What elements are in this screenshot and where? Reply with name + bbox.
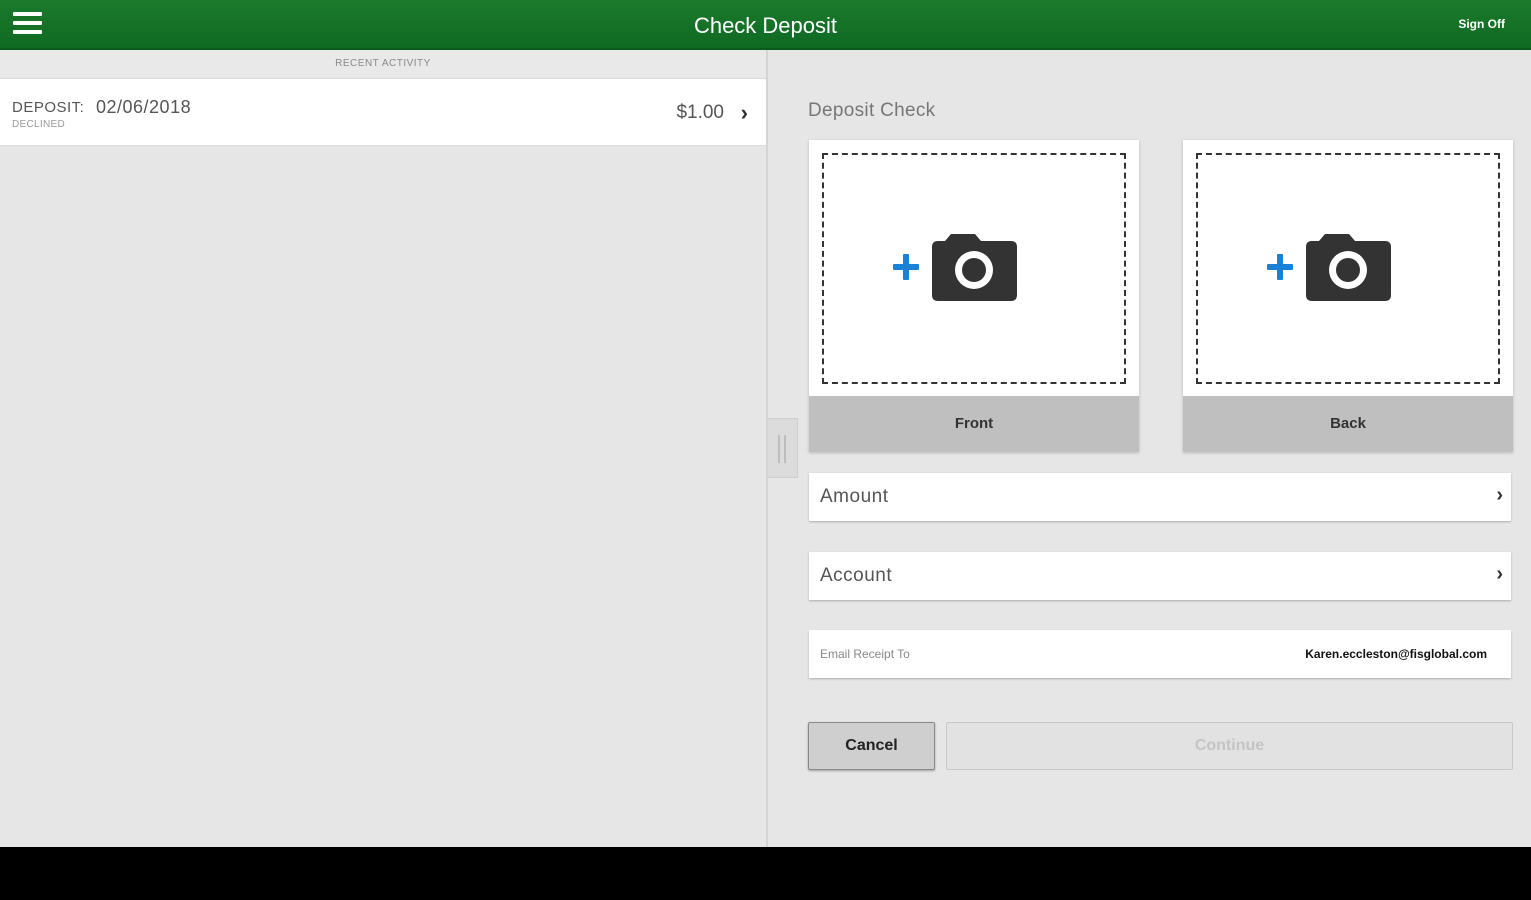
email-label: Email Receipt To — [820, 647, 910, 661]
email-value: Karen.eccleston@fisglobal.com — [1305, 647, 1487, 661]
plus-icon — [893, 254, 919, 280]
account-label: Account — [820, 565, 893, 586]
account-field[interactable]: Account › — [809, 552, 1511, 600]
front-label: Front — [809, 396, 1139, 452]
plus-icon — [1267, 254, 1293, 280]
recent-activity-header: RECENT ACTIVITY — [0, 50, 766, 79]
camera-icon — [893, 234, 1017, 301]
deposit-panel: Deposit Check Front Back Amount › Accoun… — [768, 50, 1531, 847]
continue-button[interactable]: Continue — [946, 722, 1513, 770]
recent-activity-panel: RECENT ACTIVITY DEPOSIT: 02/06/2018 DECL… — [0, 50, 766, 847]
sign-off-button[interactable]: Sign Off — [1458, 17, 1505, 31]
activity-status: DECLINED — [12, 119, 65, 130]
activity-date: 02/06/2018 — [96, 97, 192, 117]
amount-label: Amount — [820, 486, 889, 507]
camera-icon — [1267, 234, 1391, 301]
activity-type: DEPOSIT: — [12, 99, 85, 116]
add-photo-icon — [893, 233, 1019, 310]
app-header: Check Deposit Sign Off — [0, 0, 1531, 50]
page-title: Check Deposit — [693, 13, 838, 38]
add-photo-icon — [1267, 233, 1393, 310]
chevron-right-icon: › — [1496, 484, 1503, 506]
front-capture-card[interactable]: Front — [809, 140, 1139, 452]
cancel-button[interactable]: Cancel — [808, 722, 935, 770]
app: Check Deposit Sign Off RECENT ACTIVITY D… — [0, 0, 1531, 847]
chevron-right-icon: › — [740, 100, 748, 125]
amount-field[interactable]: Amount › — [809, 473, 1511, 521]
back-capture-card[interactable]: Back — [1183, 140, 1513, 452]
activity-amount: $1.00 — [676, 102, 724, 123]
email-receipt-field[interactable]: Email Receipt To Karen.eccleston@fisglob… — [809, 630, 1511, 678]
hamburger-menu-icon[interactable] — [13, 12, 42, 36]
back-label: Back — [1183, 396, 1513, 452]
deposit-title: Deposit Check — [808, 100, 936, 121]
activity-row[interactable]: DEPOSIT: 02/06/2018 DECLINED $1.00 › — [0, 79, 766, 146]
chevron-right-icon: › — [1496, 563, 1503, 585]
